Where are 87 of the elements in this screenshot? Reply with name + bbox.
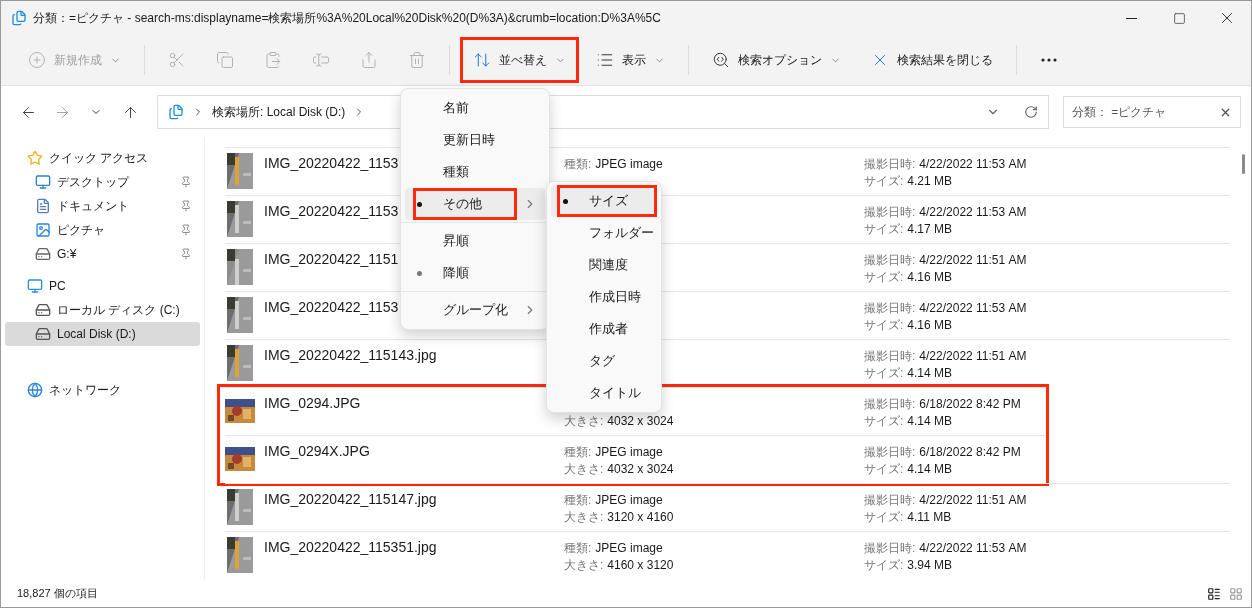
search-field[interactable]: 分類： =ピクチャ bbox=[1063, 96, 1241, 128]
search-options-button[interactable]: 検索オプション bbox=[699, 37, 854, 83]
detail-text: 撮影日時: 4/22/2022 11:53 AM bbox=[864, 300, 1028, 316]
tiles-view-icon[interactable] bbox=[1229, 586, 1243, 601]
detail-text: サイズ: 4.17 MB bbox=[864, 221, 954, 237]
file-name[interactable]: IMG_20220422_1151 bbox=[264, 251, 399, 267]
computer-icon bbox=[27, 278, 43, 294]
sidebar-item[interactable]: ネットワーク bbox=[5, 378, 200, 402]
minimize-icon bbox=[1125, 17, 1137, 19]
detail-text: 撮影日時: 4/22/2022 11:51 AM bbox=[864, 252, 1028, 268]
plus-icon bbox=[28, 51, 46, 69]
detail-text: サイズ: 4.16 MB bbox=[864, 317, 954, 333]
menu-item[interactable]: 作成者 bbox=[551, 313, 657, 345]
picture-icon bbox=[35, 222, 51, 238]
sidebar-item[interactable]: Local Disk (D:) bbox=[5, 322, 200, 346]
menu-item[interactable]: 作成日時 bbox=[551, 281, 657, 313]
menu-item[interactable]: 昇順 bbox=[405, 225, 545, 257]
star-icon bbox=[27, 150, 43, 166]
menu-item[interactable]: グループ化 bbox=[405, 294, 545, 326]
search-icon bbox=[712, 51, 730, 69]
detail-text: 種類: JPEG image bbox=[564, 156, 664, 172]
menu-item[interactable]: その他 bbox=[405, 188, 545, 220]
drive-icon bbox=[35, 302, 51, 318]
detail-text: サイズ: 4.16 MB bbox=[864, 269, 954, 285]
detail-text: 撮影日時: 4/22/2022 11:51 AM bbox=[864, 348, 1028, 364]
file-name[interactable]: IMG_20220422_1153 bbox=[264, 299, 399, 315]
drive-icon bbox=[35, 326, 51, 342]
breadcrumb[interactable]: 検索場所: Local Disk (D:) bbox=[212, 103, 346, 121]
menu-item[interactable]: 名前 bbox=[405, 92, 545, 124]
detail-text: 撮影日時: 4/22/2022 11:51 AM bbox=[864, 492, 1028, 508]
network-icon bbox=[27, 382, 43, 398]
detail-text: 撮影日時: 6/18/2022 8:42 PM bbox=[864, 396, 1022, 412]
menu-item[interactable]: フォルダー bbox=[551, 217, 657, 249]
detail-text: 撮影日時: 4/22/2022 11:53 AM bbox=[864, 156, 1028, 172]
detail-text: サイズ: 4.14 MB bbox=[864, 461, 954, 477]
file-name[interactable]: IMG_20220422_115147.jpg bbox=[264, 491, 437, 507]
detail-text: 撮影日時: 4/22/2022 11:53 AM bbox=[864, 204, 1028, 220]
close-search-button[interactable]: 検索結果を閉じる bbox=[858, 37, 1006, 83]
sort-button[interactable]: 並べ替え bbox=[460, 37, 579, 83]
sidebar-item[interactable]: ドキュメント bbox=[5, 194, 200, 218]
sort-icon bbox=[473, 51, 491, 69]
drive-icon bbox=[35, 246, 51, 262]
window-title: 分類：=ピクチャ - search-ms:displayname=検索場所%3A%20Local%20Disk%20(D%3A)&crumb=location:D%3A%5C bbox=[33, 9, 662, 27]
menu-item[interactable]: 降順 bbox=[405, 257, 545, 289]
desktop-icon bbox=[35, 174, 51, 190]
menu-item[interactable]: 種類 bbox=[405, 156, 545, 188]
detail-text: サイズ: 4.11 MB bbox=[864, 509, 953, 525]
file-name[interactable]: IMG_0294X.JPG bbox=[264, 443, 370, 459]
file-name[interactable]: IMG_0294.JPG bbox=[264, 395, 361, 411]
menu-item[interactable]: タグ bbox=[551, 345, 657, 377]
file-name[interactable]: IMG_20220422_115143.jpg bbox=[264, 347, 437, 363]
sidebar-item[interactable]: クイック アクセス bbox=[5, 146, 200, 170]
app-icon bbox=[11, 10, 27, 26]
menu-item[interactable]: サイズ bbox=[551, 185, 657, 217]
document-icon bbox=[35, 198, 51, 214]
maximize-icon bbox=[1172, 11, 1186, 25]
details-view-icon[interactable] bbox=[1207, 586, 1221, 601]
file-name[interactable]: IMG_20220422_115351.jpg bbox=[264, 539, 437, 555]
detail-text: サイズ: 3.94 MB bbox=[864, 557, 954, 573]
detail-text: 種類: JPEG image bbox=[564, 492, 664, 508]
search-location-icon bbox=[168, 104, 184, 120]
detail-text: 大きさ: 3120 x 4160 bbox=[564, 509, 675, 525]
detail-text: 大きさ: 4032 x 3024 bbox=[564, 461, 675, 477]
refresh-icon[interactable] bbox=[1024, 105, 1038, 119]
sidebar-item[interactable]: G:¥ bbox=[5, 242, 200, 266]
item-count: 18,827 個の項目 bbox=[17, 586, 98, 601]
sidebar-item[interactable]: ピクチャ bbox=[5, 218, 200, 242]
sidebar-item[interactable]: デスクトップ bbox=[5, 170, 200, 194]
detail-text: 種類: JPEG image bbox=[564, 540, 664, 556]
detail-text: 撮影日時: 6/18/2022 8:42 PM bbox=[864, 444, 1022, 460]
view-button[interactable]: 表示 bbox=[583, 37, 678, 83]
detail-text: サイズ: 4.14 MB bbox=[864, 365, 954, 381]
sidebar-item[interactable]: PC bbox=[5, 274, 200, 298]
menu-item[interactable]: タイトル bbox=[551, 377, 657, 409]
sidebar-item[interactable]: ローカル ディスク (C:) bbox=[5, 298, 200, 322]
detail-text: サイズ: 4.21 MB bbox=[864, 173, 954, 189]
file-name[interactable]: IMG_20220422_1153 bbox=[264, 203, 399, 219]
detail-text: 大きさ: 4032 x 3024 bbox=[564, 413, 675, 429]
list-icon bbox=[596, 51, 614, 69]
scrollbar-thumb[interactable] bbox=[1242, 154, 1245, 174]
file-name[interactable]: IMG_20220422_1153 bbox=[264, 155, 399, 171]
detail-text: 大きさ: 4160 x 3120 bbox=[564, 557, 675, 573]
more-icon bbox=[1041, 58, 1057, 62]
detail-text: 種類: JPEG image bbox=[564, 444, 664, 460]
detail-text: 撮影日時: 4/22/2022 11:53 AM bbox=[864, 540, 1028, 556]
detail-text: サイズ: 4.14 MB bbox=[864, 413, 954, 429]
menu-item[interactable]: 関連度 bbox=[551, 249, 657, 281]
